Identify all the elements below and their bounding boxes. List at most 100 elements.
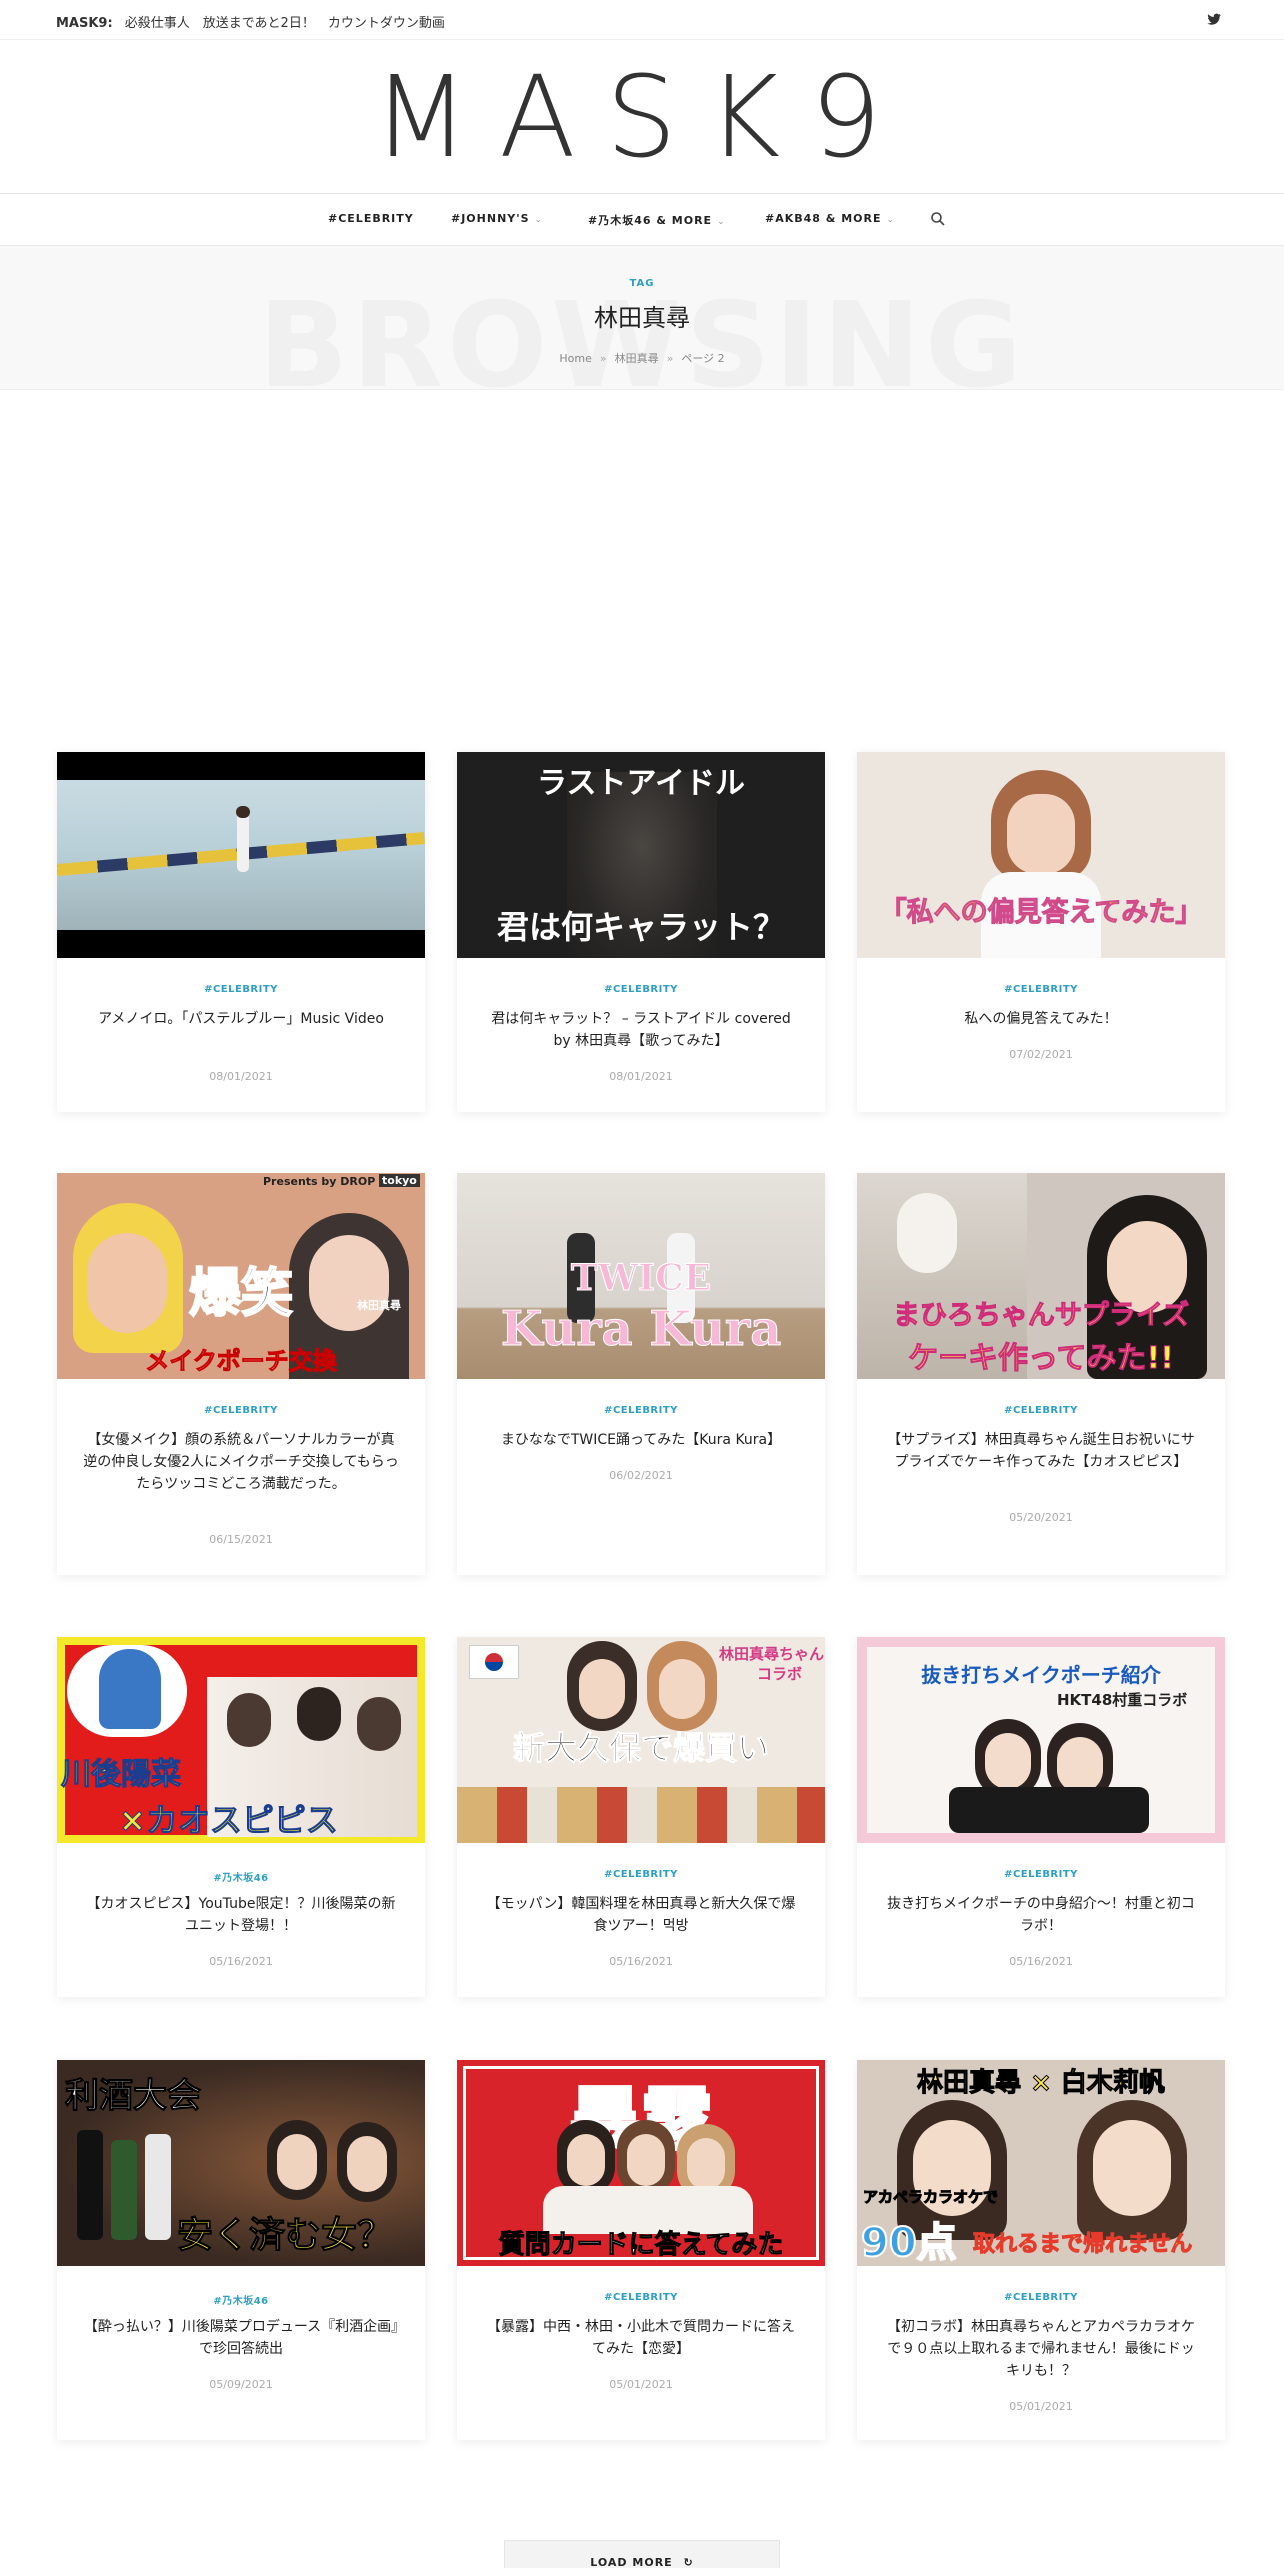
post-card[interactable]: TWICE Kura Kura #CELEBRITY まひななでTWICE踊って… [457, 1173, 825, 1575]
post-thumbnail[interactable]: 抜き打ちメイクポーチ紹介 HKT48村重コラボ [857, 1637, 1225, 1843]
post-category[interactable]: #CELEBRITY [457, 2292, 825, 2303]
post-category[interactable]: #CELEBRITY [457, 1869, 825, 1880]
nav-item-label: #乃木坂46 & MORE [588, 214, 713, 227]
chevron-down-icon: ⌄ [886, 215, 896, 225]
post-category[interactable]: #CELEBRITY [57, 984, 425, 995]
post-thumbnail[interactable]: ラストアイドル 君は何キャラット？ [457, 752, 825, 958]
post-thumbnail[interactable]: 林田真尋ちゃん コラボ 新大久保で爆買い [457, 1637, 825, 1843]
search-icon[interactable] [930, 211, 946, 227]
post-title[interactable]: まひななでTWICE踊ってみた【Kura Kura】 [481, 1429, 801, 1451]
post-category[interactable]: #CELEBRITY [457, 1405, 825, 1416]
thumbnail-caption: まひろちゃんサプライズ [892, 1300, 1190, 1332]
thumbnail-caption: 爆笑 [188, 1263, 294, 1325]
post-thumbnail[interactable]: 川後陽菜 ×カオスピピス [57, 1637, 425, 1843]
thumbnail-caption: tokyo [379, 1174, 420, 1187]
post-card[interactable]: #CELEBRITY アメノイロ。「パステルブルー」Music Video 08… [57, 752, 425, 1112]
thumbnail-caption: 利酒大会 [65, 2076, 202, 2117]
load-more-button[interactable]: LOAD MORE ↻ [504, 2540, 780, 2568]
post-card[interactable]: 川後陽菜 ×カオスピピス #乃木坂46 【カオスピピス】YouTube限定！？川… [57, 1637, 425, 1997]
refresh-icon: ↻ [683, 2556, 694, 2568]
post-title[interactable]: 【カオスピピス】YouTube限定！？川後陽菜の新ユニット登場！！ [81, 1893, 401, 1937]
post-date: 05/01/2021 [1009, 2400, 1073, 2413]
thumbnail-caption: メイクポーチ交換 [145, 1347, 338, 1376]
post-category[interactable]: #CELEBRITY [857, 984, 1225, 995]
post-card[interactable]: Presents by DROP tokyo 爆笑 メイクポーチ交換 林田真尋 … [57, 1173, 425, 1575]
post-card[interactable]: 「私への偏見答えてみた」 #CELEBRITY 私への偏見答えてみた！ 07/0… [857, 752, 1225, 1112]
thumbnail-caption: アカペラカラオケで [862, 2188, 999, 2207]
post-card[interactable]: 抜き打ちメイクポーチ紹介 HKT48村重コラボ #CELEBRITY 抜き打ちメ… [857, 1637, 1225, 1997]
breadcrumb: Home » 林田真尋 » ページ 2 [0, 350, 1284, 366]
site-header: MASK9 [0, 40, 1284, 194]
post-title[interactable]: 【暴露】中西・林田・小此木で質問カードに答えてみた【恋愛】 [481, 2316, 801, 2360]
post-date: 05/16/2021 [1009, 1955, 1073, 1968]
nav-item-label: #CELEBRITY [328, 212, 414, 225]
breadcrumb-tag[interactable]: 林田真尋 [615, 352, 659, 365]
post-thumbnail[interactable]: 林田真尋 × 白木莉帆 アカペラカラオケで 90点 取れるまで帰れません [857, 2060, 1225, 2266]
nav-item-celebrity[interactable]: #CELEBRITY [328, 212, 414, 225]
ticker-label: MASK9: [56, 16, 113, 31]
post-thumbnail[interactable]: 利酒大会 安く済む女？ [57, 2060, 425, 2266]
nav-item-akb48[interactable]: #AKB48 & MORE ⌄ [765, 212, 895, 225]
twitter-icon[interactable] [1206, 11, 1222, 27]
post-title[interactable]: 【初コラボ】林田真尋ちゃんとアカペラカラオケで９０点以上取れるまで帰れません！最… [881, 2316, 1201, 2382]
nav-item-label: #JOHNNY'S [451, 212, 530, 225]
post-thumbnail[interactable]: Presents by DROP tokyo 爆笑 メイクポーチ交換 林田真尋 [57, 1173, 425, 1379]
post-category[interactable]: #乃木坂46 [57, 1869, 425, 1884]
chevron-down-icon: ⌄ [717, 217, 726, 227]
post-card[interactable]: 利酒大会 安く済む女？ #乃木坂46 【酔っ払い？】川後陽菜プロデュース『利酒企… [57, 2060, 425, 2440]
thumbnail-caption: 抜き打ちメイクポーチ紹介 [921, 1663, 1161, 1687]
main-nav: #CELEBRITY #JOHNNY'S ⌄ #乃木坂46 & MORE ⌄ #AK… [0, 194, 1284, 246]
thumbnail-caption: 林田真尋 [357, 1299, 401, 1312]
post-title[interactable]: アメノイロ。「パステルブルー」Music Video [81, 1008, 401, 1030]
thumbnail-caption: 林田真尋 × 白木莉帆 [917, 2068, 1166, 2099]
post-date: 05/16/2021 [609, 1955, 673, 1968]
thumbnail-caption: 君は何キャラット？ [496, 908, 785, 946]
post-date: 06/15/2021 [209, 1533, 273, 1546]
post-thumbnail[interactable] [57, 752, 425, 958]
post-date: 08/01/2021 [209, 1070, 273, 1083]
post-title[interactable]: 【モッパン】韓国料理を林田真尋と新大久保で爆食ツアー！먹방 [481, 1893, 801, 1937]
post-date: 06/02/2021 [609, 1469, 673, 1482]
thumbnail-caption: ケーキ作ってみた!! [908, 1341, 1175, 1377]
post-title[interactable]: 【女優メイク】顔の系統＆パーソナルカラーが真逆の仲良し女優2人にメイクポーチ交換… [81, 1429, 401, 1495]
post-thumbnail[interactable]: TWICE Kura Kura [457, 1173, 825, 1379]
post-card[interactable]: 暴露 質問カードに答えてみた #CELEBRITY 【暴露】中西・林田・小此木で… [457, 2060, 825, 2440]
thumbnail-caption: 90点 [860, 2219, 958, 2266]
nav-item-johnnys[interactable]: #JOHNNY'S ⌄ [451, 212, 543, 225]
post-card[interactable]: 林田真尋 × 白木莉帆 アカペラカラオケで 90点 取れるまで帰れません #CE… [857, 2060, 1225, 2440]
post-thumbnail[interactable]: 暴露 質問カードに答えてみた [457, 2060, 825, 2266]
ticker-headline[interactable]: 必殺仕事人 放送まであと2日！ カウントダウン動画 [125, 16, 445, 31]
thumbnail-caption: 新大久保で爆買い [512, 1729, 769, 1768]
post-title[interactable]: 【酔っ払い？】川後陽菜プロデュース『利酒企画』で珍回答続出 [81, 2316, 401, 2360]
post-category[interactable]: #CELEBRITY [857, 1869, 1225, 1880]
breadcrumb-current: ページ 2 [681, 352, 725, 365]
thumbnail-caption: HKT48村重コラボ [1057, 1691, 1188, 1709]
site-logo[interactable]: MASK9 [0, 58, 1284, 178]
post-date: 05/01/2021 [609, 2378, 673, 2391]
page-title: 林田真尋 [594, 304, 690, 332]
post-category[interactable]: #CELEBRITY [457, 984, 825, 995]
post-category[interactable]: #CELEBRITY [857, 1405, 1225, 1416]
post-title[interactable]: 抜き打ちメイクポーチの中身紹介〜！村重と初コラボ！ [881, 1893, 1201, 1937]
post-title[interactable]: 君は何キャラット？ – ラストアイドル covered by 林田真尋【歌ってみ… [481, 1008, 801, 1052]
post-date: 08/01/2021 [609, 1070, 673, 1083]
post-card[interactable]: まひろちゃんサプライズ ケーキ作ってみた!! #CELEBRITY 【サプライズ… [857, 1173, 1225, 1575]
thumbnail-caption: Presents by DROP [263, 1175, 376, 1188]
post-card[interactable]: 林田真尋ちゃん コラボ 新大久保で爆買い #CELEBRITY 【モッパン】韓国… [457, 1637, 825, 1997]
post-title[interactable]: 【サプライズ】林田真尋ちゃん誕生日お祝いにサプライズでケーキ作ってみた【カオスピ… [881, 1429, 1201, 1473]
post-category[interactable]: #乃木坂46 [57, 2292, 425, 2307]
top-bar: MASK9: 必殺仕事人 放送まであと2日！ カウントダウン動画 [0, 0, 1284, 40]
post-category[interactable]: #CELEBRITY [857, 2292, 1225, 2303]
nav-item-nogizaka[interactable]: #乃木坂46 & MORE ⌄ [588, 212, 726, 228]
thumbnail-caption: 質問カードに答えてみた [498, 2230, 784, 2261]
breadcrumb-home[interactable]: Home [559, 352, 591, 365]
post-card[interactable]: ラストアイドル 君は何キャラット？ #CELEBRITY 君は何キャラット？ –… [457, 752, 825, 1112]
post-date: 05/09/2021 [209, 2378, 273, 2391]
post-category[interactable]: #CELEBRITY [57, 1405, 425, 1416]
archive-type-label: TAG [629, 278, 655, 289]
post-thumbnail[interactable]: まひろちゃんサプライズ ケーキ作ってみた!! [857, 1173, 1225, 1379]
post-thumbnail[interactable]: 「私への偏見答えてみた」 [857, 752, 1225, 958]
thumbnail-caption: ×カオスピピス [119, 1801, 339, 1840]
post-title[interactable]: 私への偏見答えてみた！ [881, 1008, 1201, 1030]
news-ticker[interactable]: MASK9: 必殺仕事人 放送まであと2日！ カウントダウン動画 [56, 12, 445, 31]
